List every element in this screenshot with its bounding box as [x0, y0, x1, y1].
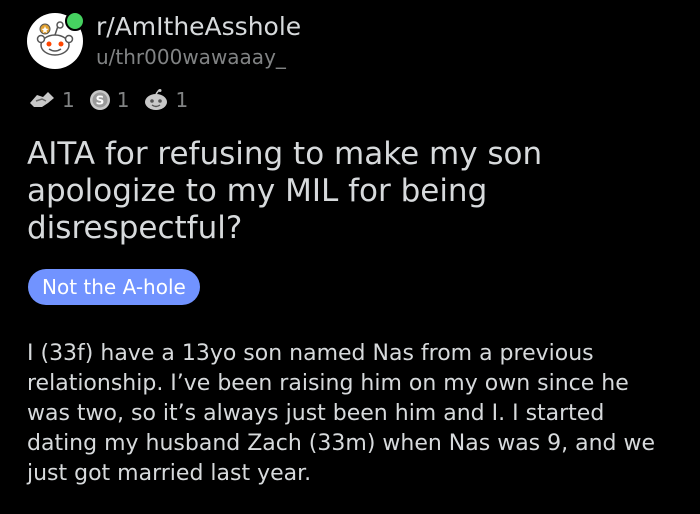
- award-silver[interactable]: S 1: [89, 88, 130, 112]
- award-wholesome[interactable]: 1: [143, 88, 188, 112]
- subreddit-avatar[interactable]: [27, 11, 85, 69]
- subreddit-name[interactable]: r/AmItheAsshole: [96, 12, 301, 42]
- svg-text:S: S: [95, 94, 104, 108]
- award-helpful[interactable]: 1: [28, 88, 75, 112]
- helpful-award-icon: [30, 92, 54, 107]
- post-title[interactable]: AITA for refusing to make my son apologi…: [27, 136, 677, 247]
- post-body: I (33f) have a 13yo son named Nas from a…: [27, 341, 656, 486]
- silver-award-icon: S: [89, 90, 110, 110]
- online-status-dot: [65, 11, 85, 31]
- post-header: r/AmItheAsshole u/thr000wawaaay_: [27, 11, 301, 70]
- wholesome-award-icon: [145, 89, 168, 110]
- post-flair[interactable]: Not the A-hole: [28, 269, 200, 305]
- award-count: 1: [116, 88, 130, 112]
- award-count: 1: [62, 88, 75, 112]
- award-count: 1: [175, 88, 189, 112]
- author-username[interactable]: u/thr000wawaaay_: [96, 44, 301, 70]
- awards-row[interactable]: 1 S 1 1: [28, 88, 202, 112]
